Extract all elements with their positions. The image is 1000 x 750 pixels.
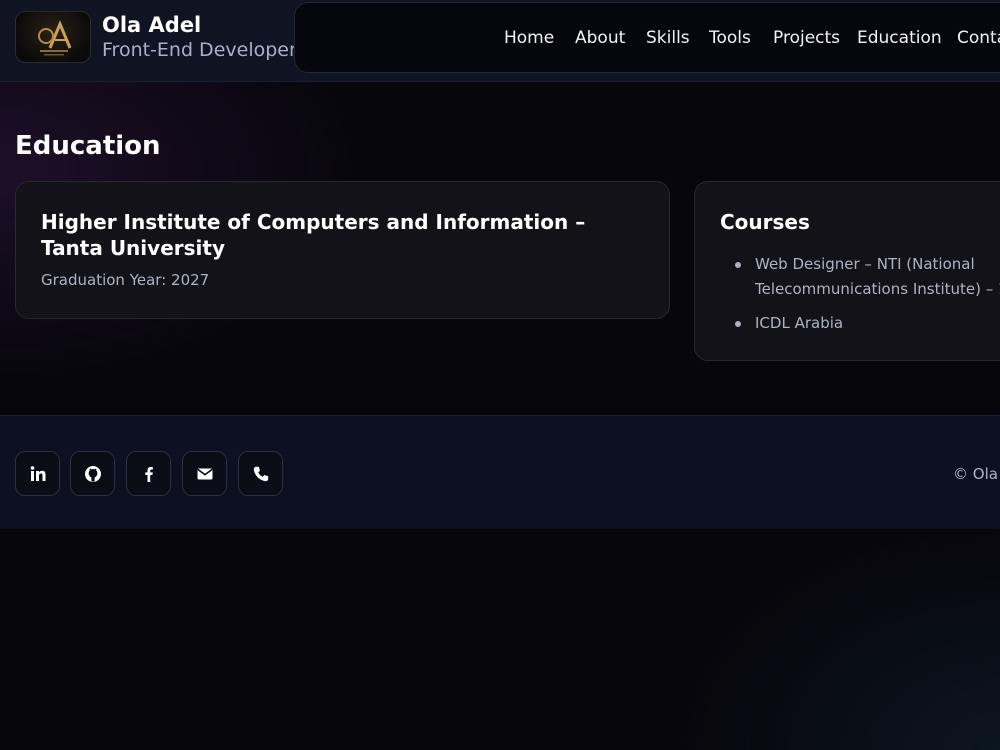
nav-tools[interactable]: Tools (709, 27, 751, 49)
course-list: Web Designer – NTI (National Telecommuni… (735, 252, 1000, 345)
site-header: Ola Adel Front-End Developer Home About … (0, 0, 1000, 82)
email-link[interactable] (182, 451, 227, 496)
linkedin-icon (30, 465, 45, 481)
brand-name: Ola Adel (102, 13, 202, 37)
course-item: ICDL Arabia (735, 311, 1000, 336)
github-link[interactable] (70, 451, 115, 496)
nav-education[interactable]: Education (857, 27, 942, 49)
nav-skills[interactable]: Skills (646, 27, 690, 49)
github-icon (84, 465, 101, 482)
education-card: Higher Institute of Computers and Inform… (15, 181, 670, 319)
courses-card: Courses Web Designer – NTI (National Tel… (694, 181, 1000, 361)
phone-link[interactable] (238, 451, 283, 496)
email-icon (196, 468, 213, 479)
nav-home[interactable]: Home (504, 27, 554, 49)
graduation-year: Graduation Year: 2027 (41, 271, 210, 289)
nav-projects[interactable]: Projects (773, 27, 840, 49)
copyright: © Ola A (953, 465, 1000, 483)
phone-icon (253, 466, 268, 481)
degree-title: Higher Institute of Computers and Inform… (41, 210, 586, 260)
course-item: Web Designer – NTI (National Telecommuni… (735, 252, 1000, 302)
brand[interactable]: Ola Adel Front-End Developer (15, 11, 297, 63)
nav-contact[interactable]: Conta (957, 27, 1000, 49)
site-footer: © Ola A (0, 415, 1000, 529)
facebook-icon (144, 466, 153, 482)
linkedin-link[interactable] (15, 451, 60, 496)
section-title-education: Education (15, 131, 161, 161)
nav-about[interactable]: About (575, 27, 625, 49)
main-nav: Home About Skills Tools Projects Educati… (294, 2, 1000, 73)
facebook-link[interactable] (126, 451, 171, 496)
courses-title: Courses (720, 210, 810, 234)
ola-adel-logo[interactable] (15, 11, 91, 63)
brand-role: Front-End Developer (102, 39, 297, 61)
